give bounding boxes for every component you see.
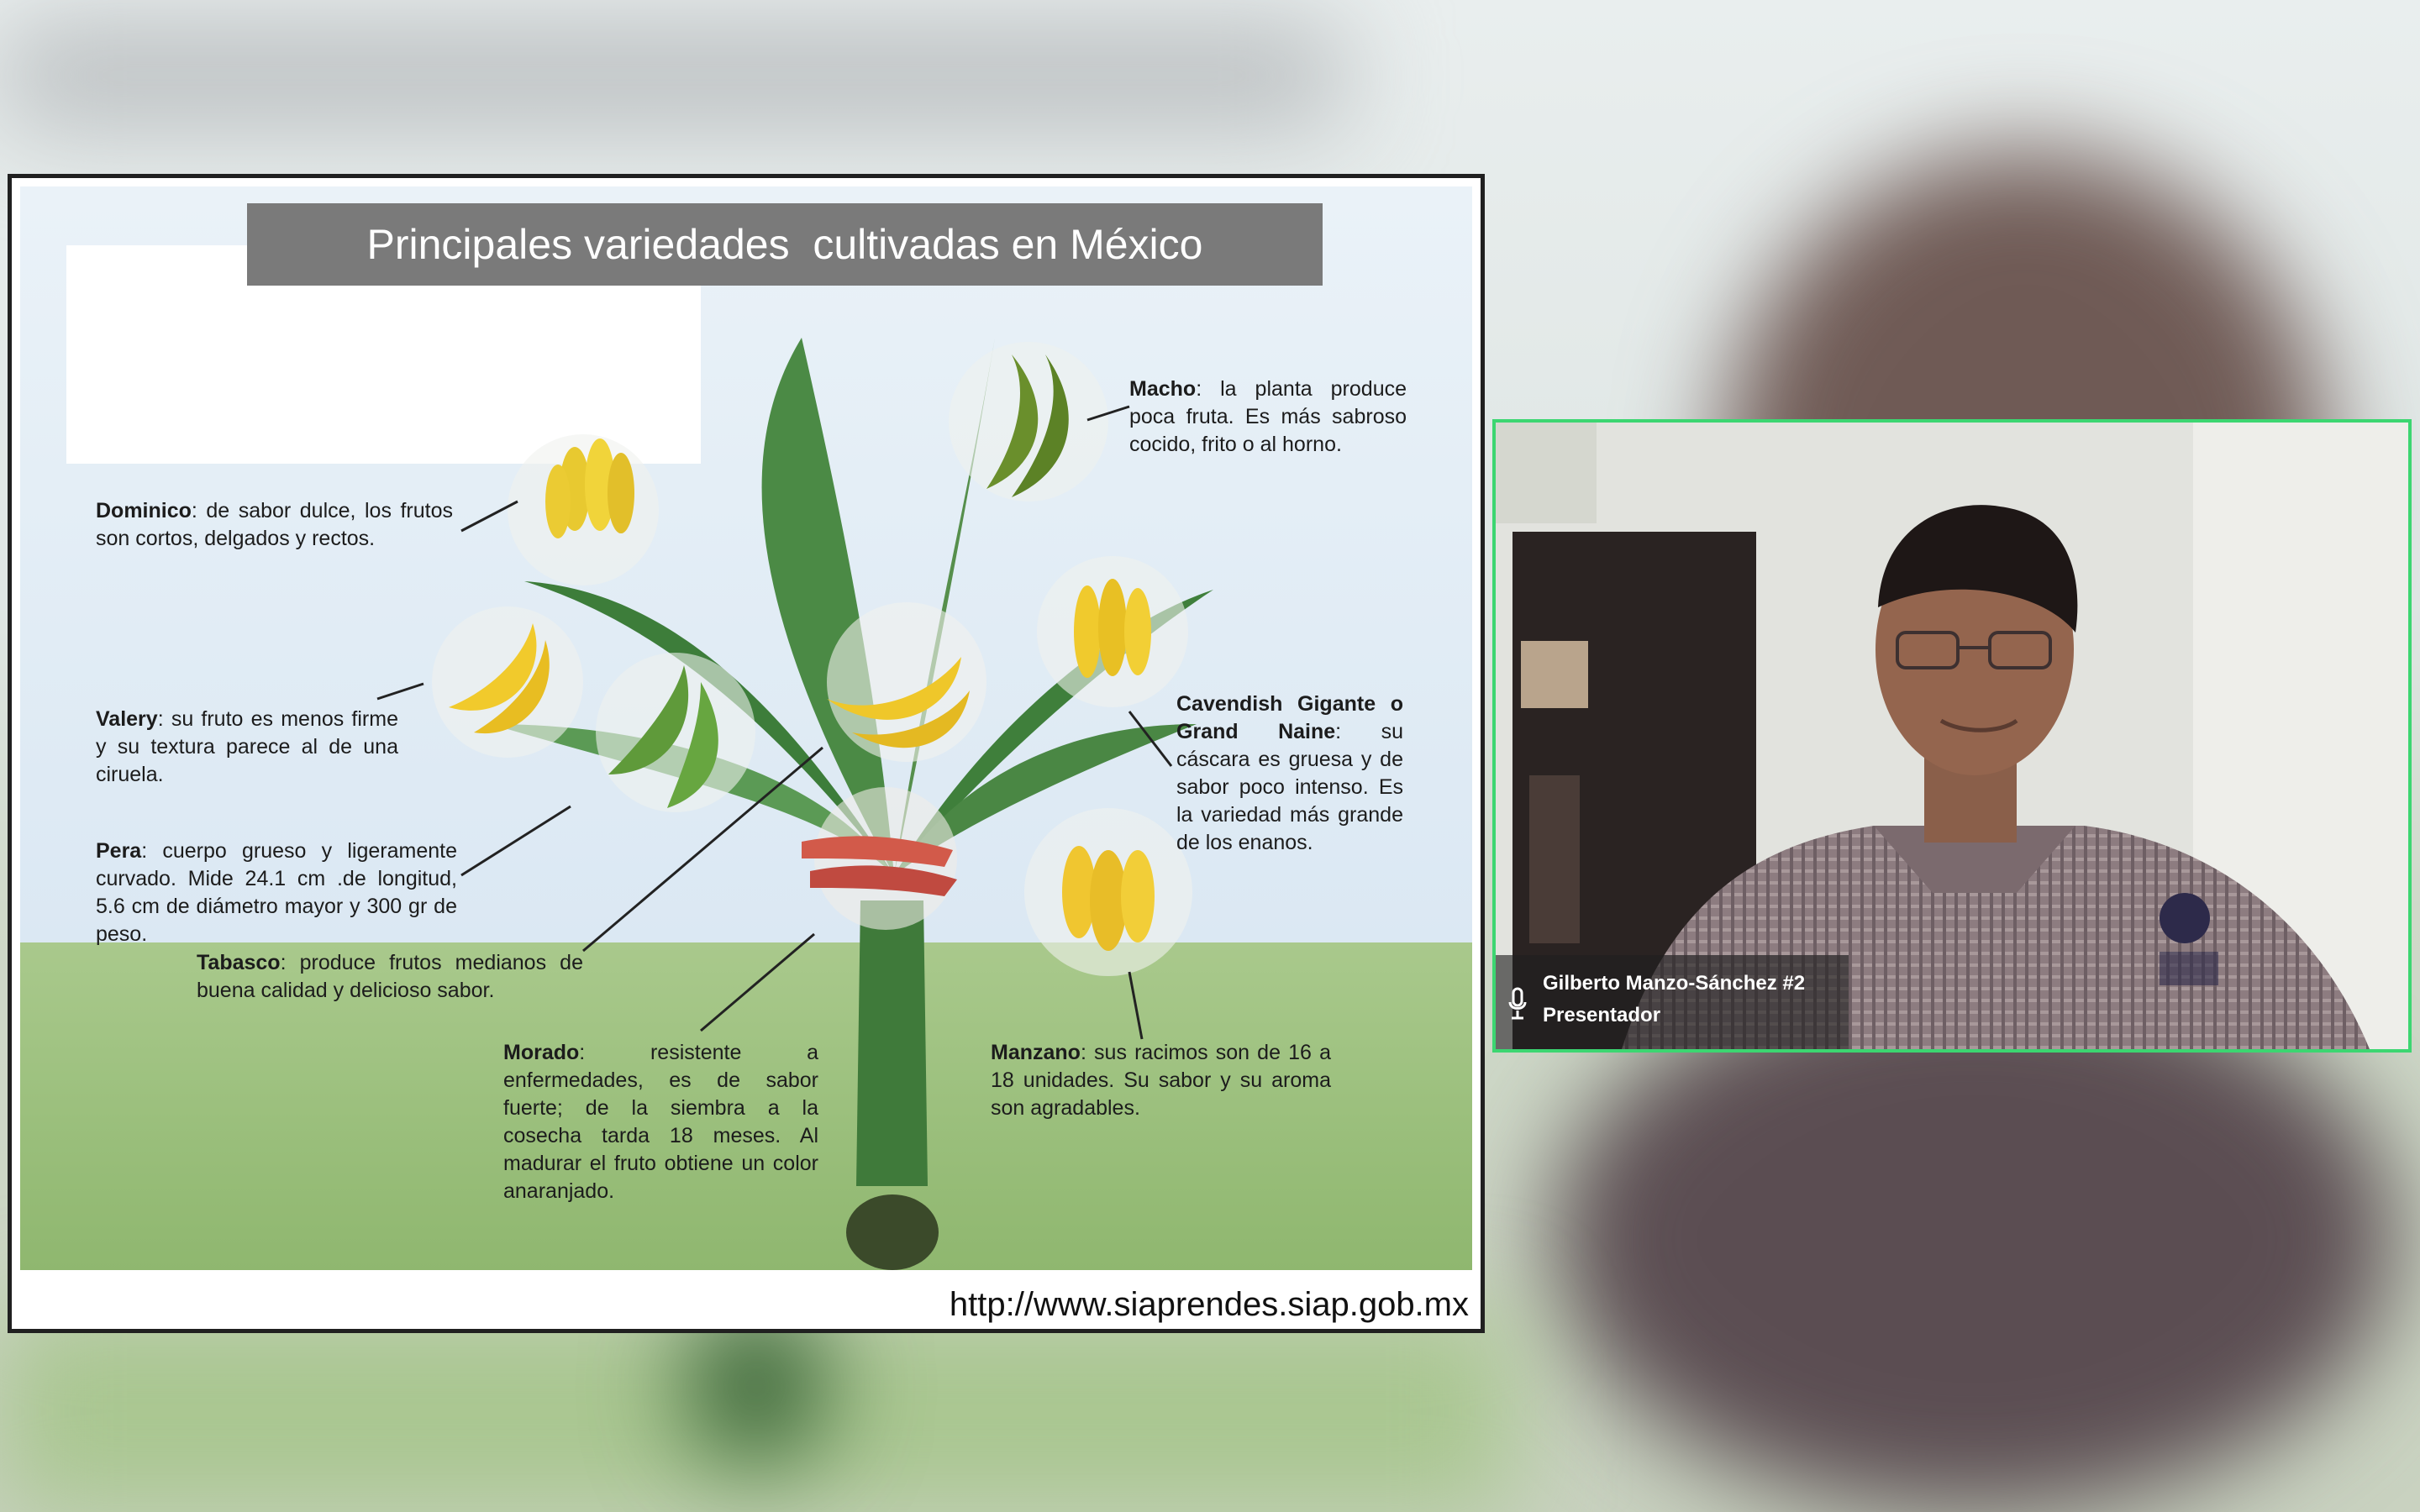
slide-source-url: http://www.siaprendes.siap.gob.mx [949,1286,1469,1323]
shared-slide: Principales variedades cultivadas en Méx… [8,174,1485,1333]
variety-pera-name: Pera [96,839,142,863]
slide-title: Principales variedades cultivadas en Méx… [247,203,1323,286]
participant-name-tag: Gilberto Manzo-Sánchez #2 Presentador [1496,955,1849,1049]
variety-pera-text: Pera: cuerpo grueso y ligeramente curvad… [96,837,457,948]
banana-bunch-valery [432,606,583,758]
participant-name: Gilberto Manzo-Sánchez #2 [1543,972,1806,995]
variety-pera-desc: : cuerpo grueso y ligeramente curvado. M… [96,839,457,946]
microphone-icon [1508,987,1527,1020]
banana-bunch-macho [949,342,1108,501]
variety-tabasco-text: Tabasco: produce frutos medianos de buen… [197,949,583,1005]
banana-bunch-center [827,602,986,762]
variety-morado-text: Morado: resistente a enfermedades, es de… [503,1039,818,1205]
participant-role: Presentador [1543,1004,1661,1026]
variety-tabasco-name: Tabasco [197,951,281,974]
variety-manzano-text: Manzano: sus racimos son de 16 a 18 unid… [991,1039,1331,1122]
variety-dominico-text: Dominico: de sabor dulce, los frutos son… [96,497,453,553]
slide-canvas: Principales variedades cultivadas en Méx… [20,186,1472,1270]
banana-bunch-manzano [1024,808,1192,976]
variety-macho-name: Macho [1129,377,1197,401]
participant-video-tile[interactable]: Gilberto Manzo-Sánchez #2 Presentador [1492,419,2412,1053]
variety-manzano-name: Manzano [991,1041,1081,1064]
variety-valery-name: Valery [96,707,158,731]
variety-morado-name: Morado [503,1041,580,1064]
variety-valery-text: Valery: su fruto es menos firme y su tex… [96,706,398,789]
variety-cavendish-text: Cavendish Gigante o Grand Naine: su cásc… [1176,690,1403,857]
variety-morado-desc: : resistente a enfermedades, es de sabor… [503,1041,818,1203]
variety-macho-text: Macho: la planta produce poca fruta. Es … [1129,375,1407,459]
variety-dominico-name: Dominico [96,499,192,522]
banana-bunch-cavendish [1037,556,1188,707]
banana-bunch-dominico [508,434,659,585]
banana-bunch-pera [596,653,755,812]
